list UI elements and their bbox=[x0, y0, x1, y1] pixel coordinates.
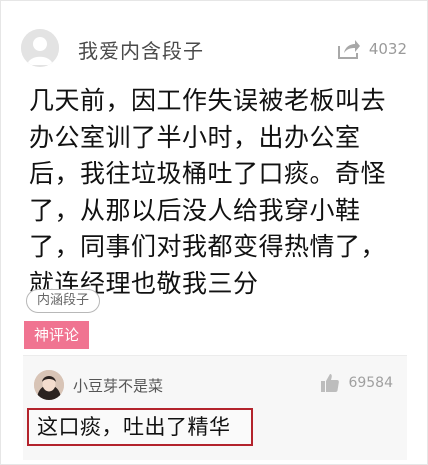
post-header: 我爱内含段子 4032 bbox=[21, 29, 415, 69]
comment-username[interactable]: 小豆芽不是菜 bbox=[73, 375, 163, 396]
hot-comment: 小豆芽不是菜 69584 这口痰，吐出了精华 bbox=[23, 355, 407, 460]
share-button[interactable]: 4032 bbox=[337, 37, 407, 61]
hot-comment-label: 神评论 bbox=[24, 321, 90, 349]
share-count: 4032 bbox=[368, 40, 407, 58]
tag-button[interactable]: 内涵段子 bbox=[26, 289, 101, 313]
comment-text: 这口痰，吐出了精华 bbox=[27, 408, 253, 446]
default-avatar-icon[interactable] bbox=[21, 29, 59, 67]
post-content: 几天前，因工作失误被老板叫去办公室训了半小时，出办公室后，我往垃圾桶吐了口痰。奇… bbox=[29, 86, 387, 298]
like-count: 69584 bbox=[348, 375, 393, 391]
share-icon bbox=[337, 38, 361, 60]
like-button[interactable]: 69584 bbox=[320, 373, 393, 393]
comment-avatar[interactable] bbox=[34, 370, 64, 400]
post-username[interactable]: 我爱内含段子 bbox=[78, 35, 204, 64]
thumbs-up-icon bbox=[321, 374, 340, 392]
post-card: 我爱内含段子 4032 几天前，因工作失误被老板叫去办公室训了半小时，出办公室后… bbox=[0, 0, 428, 465]
